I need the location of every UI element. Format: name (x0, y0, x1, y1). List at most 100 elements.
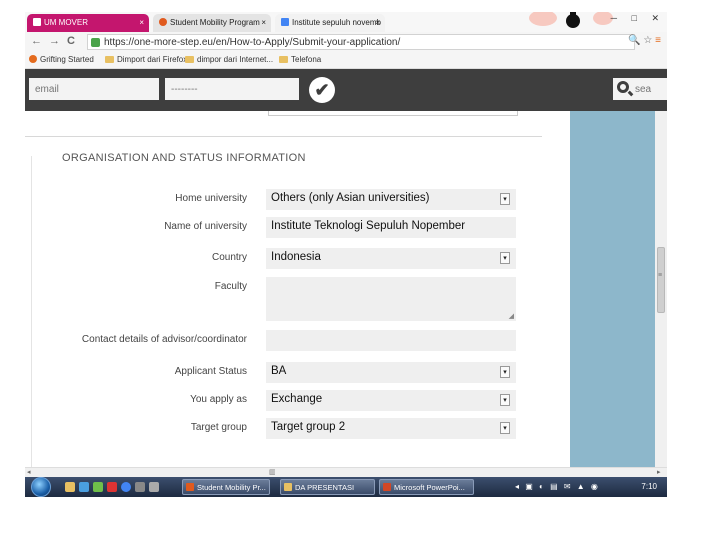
tab-label: Student Mobility Program (170, 18, 260, 27)
country-select[interactable]: Indonesia ▾ (266, 248, 516, 269)
url-text: https://one-more-step.eu/en/How-to-Apply… (104, 37, 401, 48)
site-favicon-icon (159, 18, 167, 26)
taskbar-item-powerpoint[interactable]: Microsoft PowerPoi... (379, 479, 474, 495)
chevron-down-icon[interactable]: ▾ (500, 193, 510, 205)
bookmark-getting-started[interactable]: Grifting Started (29, 55, 94, 64)
field-label: Applicant Status (174, 366, 247, 377)
navigation-bar: ← → C https://one-more-step.eu/en/How-to… (25, 32, 667, 52)
field-label: Faculty (214, 281, 247, 292)
advisor-contact-input[interactable] (266, 330, 516, 351)
folder-icon (105, 56, 114, 63)
zoom-icon[interactable]: 🔍 (628, 35, 640, 46)
firefox-icon (29, 55, 37, 63)
resize-grip-icon[interactable]: ◢ (509, 312, 514, 320)
search-input[interactable] (635, 78, 667, 100)
app-icon[interactable] (135, 482, 145, 492)
form-row-country: Country Indonesia ▾ (25, 248, 570, 270)
reload-icon[interactable]: C (67, 35, 75, 47)
section-title: ORGANISATION AND STATUS INFORMATION (62, 152, 306, 164)
field-label: Home university (175, 193, 247, 204)
form-row-home-university: Home university Others (only Asian unive… (25, 189, 570, 211)
scrollbar-thumb[interactable]: ≡ (657, 247, 665, 313)
chevron-down-icon[interactable]: ▾ (500, 394, 510, 406)
scrollbar-grip-icon[interactable]: ▥ (269, 468, 276, 476)
horizontal-scrollbar[interactable]: ◂ ▥ ▸ (25, 467, 667, 477)
field-label: Country (211, 252, 247, 263)
field-label: Name of university (164, 221, 247, 232)
taskbar-item-chrome[interactable]: Student Mobility Pr... (182, 479, 270, 495)
form-row-name-of-university: Name of university Institute Teknologi S… (25, 217, 570, 239)
bookmark-firefox-import[interactable]: Dimport dari Firefox (105, 55, 187, 64)
faculty-textarea[interactable]: ◢ (266, 277, 516, 321)
taskbar: Student Mobility Pr... DA PRESENTASI Mic… (25, 477, 667, 497)
close-icon[interactable]: × (139, 18, 144, 27)
chevron-down-icon[interactable]: ▾ (500, 252, 510, 264)
home-university-select[interactable]: Others (only Asian universities) ▾ (266, 189, 516, 210)
system-tray[interactable]: ◂ ▣ ◐ ▤ ✉ ▲ ◉ (515, 482, 600, 491)
form-row-faculty: Faculty ◢ (25, 277, 570, 321)
site-header: ✔ (25, 69, 667, 111)
apply-as-select[interactable]: Exchange ▾ (266, 390, 516, 411)
section-divider (25, 136, 542, 137)
form-row-contact-advisor: Contact details of advisor/coordinator (25, 330, 570, 352)
clock[interactable]: 7:10 (641, 482, 657, 491)
google-icon (281, 18, 289, 26)
chrome-icon[interactable] (121, 482, 131, 492)
folder-icon (284, 483, 292, 491)
tab-label: UM MOVER (44, 18, 88, 27)
chevron-down-icon[interactable]: ▾ (500, 366, 510, 378)
close-icon[interactable]: × (261, 18, 266, 27)
previous-field-edge (268, 111, 518, 116)
forward-icon[interactable]: → (49, 35, 60, 47)
login-submit-button[interactable]: ✔ (309, 77, 335, 103)
target-group-select[interactable]: Target group 2 ▾ (266, 418, 516, 439)
taskbar-item-folder[interactable]: DA PRESENTASI (280, 479, 375, 495)
form-row-apply-as: You apply as Exchange ▾ (25, 390, 570, 412)
window-controls[interactable]: ─ □ ✕ (611, 13, 665, 24)
um-logo-icon (33, 18, 41, 26)
explorer-icon[interactable] (65, 482, 75, 492)
applicant-status-select[interactable]: BA ▾ (266, 362, 516, 383)
star-icon[interactable]: ☆ (643, 35, 652, 46)
powerpoint-icon (383, 483, 391, 491)
address-bar[interactable]: https://one-more-step.eu/en/How-to-Apply… (87, 34, 635, 50)
chevron-down-icon[interactable]: ▾ (500, 422, 510, 434)
scroll-left-icon[interactable]: ◂ (27, 468, 31, 476)
tab-student-mobility[interactable]: Student Mobility Program × (153, 14, 271, 32)
close-icon[interactable]: × (375, 18, 380, 27)
password-input[interactable] (165, 78, 299, 100)
form-row-applicant-status: Applicant Status BA ▾ (25, 362, 570, 384)
chrome-icon (186, 483, 194, 491)
grip-icon: ≡ (658, 272, 663, 279)
vertical-scrollbar[interactable]: ≡ (655, 111, 667, 467)
form-row-target-group: Target group Target group 2 ▾ (25, 418, 570, 440)
tab-um-mover[interactable]: UM MOVER × (27, 14, 149, 32)
email-input[interactable] (29, 78, 159, 100)
lock-icon (91, 38, 100, 47)
start-button[interactable] (31, 477, 51, 497)
ie-icon[interactable] (79, 482, 89, 492)
page-content: ORGANISATION AND STATUS INFORMATION Home… (25, 111, 667, 467)
field-label: Contact details of advisor/coordinator (81, 334, 247, 345)
opera-icon[interactable] (107, 482, 117, 492)
tab-institute-search[interactable]: Institute sepuluh novemb × (275, 14, 385, 32)
menu-icon[interactable]: ≡ (655, 35, 661, 46)
university-name-input[interactable]: Institute Teknologi Sepuluh Nopember (266, 217, 516, 238)
scroll-right-icon[interactable]: ▸ (657, 468, 661, 476)
app-icon[interactable] (149, 482, 159, 492)
folder-icon (185, 56, 194, 63)
tab-strip: UM MOVER × Student Mobility Program × In… (25, 12, 667, 32)
site-search[interactable] (613, 78, 667, 100)
field-label: Target group (190, 422, 247, 433)
browser-window: UM MOVER × Student Mobility Program × In… (25, 12, 667, 497)
tab-label: Institute sepuluh novemb (292, 18, 381, 27)
folder-icon (279, 56, 288, 63)
search-icon[interactable] (617, 81, 629, 93)
bookmark-telefona[interactable]: Telefona (279, 55, 321, 64)
back-icon[interactable]: ← (31, 35, 42, 47)
browser-menu-icons[interactable]: 🔍 ☆ ≡ (628, 35, 661, 46)
bookmark-ie-import[interactable]: dimpor dari Internet... (185, 55, 273, 64)
decorative-theme-icon (529, 12, 613, 28)
side-panel (570, 111, 655, 467)
media-icon[interactable] (93, 482, 103, 492)
